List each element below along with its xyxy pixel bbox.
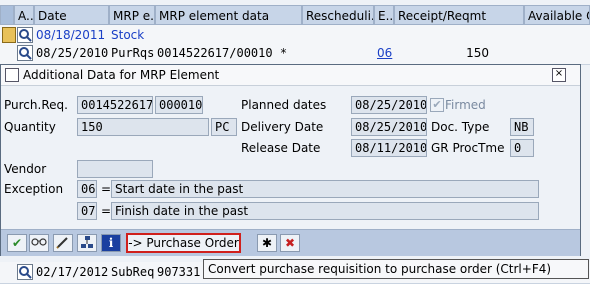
purch-req-number-field[interactable]: 0014522617 bbox=[77, 96, 153, 114]
vendor-label: Vendor bbox=[4, 162, 47, 176]
dialog-window-icon bbox=[5, 68, 19, 82]
cancel-icon[interactable]: ✖ bbox=[280, 234, 300, 252]
quantity-unit-field[interactable]: PC bbox=[211, 118, 237, 136]
pencil-icon[interactable] bbox=[53, 234, 73, 252]
row-date: 02/17/2012 bbox=[36, 265, 108, 279]
release-date-label: Release Date bbox=[241, 141, 321, 155]
dialog-titlebar[interactable]: Additional Data for MRP Element × bbox=[1, 65, 580, 86]
planned-dates-field[interactable]: 08/25/2010 bbox=[351, 96, 427, 114]
exception-text-field[interactable]: Finish date in the past bbox=[111, 202, 539, 220]
confirm-check-icon[interactable]: ✔ bbox=[7, 234, 27, 252]
exception-equals: = bbox=[101, 182, 112, 196]
doc-type-field[interactable]: NB bbox=[510, 118, 534, 136]
firmed-label: Firmed bbox=[445, 98, 486, 112]
doc-type-label: Doc. Type bbox=[431, 120, 490, 134]
firmed-checkbox[interactable]: ✔ bbox=[430, 98, 444, 112]
row-mrp-element-data: 907331 bbox=[157, 265, 201, 279]
select-all-cell[interactable] bbox=[0, 5, 14, 25]
tooltip: Convert purchase requisition to purchase… bbox=[203, 259, 589, 279]
col-header-e[interactable]: E... bbox=[374, 5, 394, 25]
magnifier-icon[interactable] bbox=[17, 45, 33, 61]
exception-label: Exception bbox=[4, 182, 64, 196]
exception-equals: = bbox=[101, 204, 112, 218]
row-mrp-element: PurRqs bbox=[111, 46, 155, 60]
gr-proc-time-label: GR ProcTme bbox=[431, 141, 505, 155]
col-header-rescheduling[interactable]: Rescheduli... bbox=[302, 5, 374, 25]
row-receipt: 150 bbox=[466, 46, 489, 60]
glasses-icon[interactable] bbox=[29, 234, 49, 252]
col-header-mrp-element-data[interactable]: MRP element data bbox=[155, 5, 302, 25]
delivery-date-field[interactable]: 08/25/2010 bbox=[351, 118, 427, 136]
close-icon[interactable]: × bbox=[552, 68, 566, 82]
col-header-date[interactable]: Date bbox=[34, 5, 109, 25]
dialog-toolbar: ✔ i -> Purchase Order ✱ ✖ bbox=[1, 229, 580, 256]
purch-req-item-field[interactable]: 000010 bbox=[155, 96, 203, 114]
quantity-label: Quantity bbox=[4, 120, 56, 134]
delivery-date-label: Delivery Date bbox=[241, 120, 324, 134]
quantity-field[interactable]: 150 bbox=[77, 118, 209, 136]
row-mrp-element: SubReq bbox=[111, 265, 155, 279]
purch-req-label: Purch.Req. bbox=[4, 98, 68, 112]
magnifier-icon[interactable] bbox=[17, 264, 33, 280]
row-date: 08/25/2010 bbox=[36, 46, 108, 60]
additional-data-dialog: Additional Data for MRP Element × Purch.… bbox=[0, 64, 581, 256]
row-exception-link[interactable]: 06 bbox=[377, 43, 393, 64]
col-header-available-qty[interactable]: Available Q... bbox=[524, 5, 590, 25]
folder-icon bbox=[2, 27, 16, 43]
release-date-field[interactable]: 08/11/2010 bbox=[351, 139, 427, 157]
hierarchy-icon[interactable] bbox=[77, 234, 97, 252]
gr-proc-time-field[interactable]: 0 bbox=[510, 139, 534, 157]
vendor-field[interactable] bbox=[77, 160, 153, 178]
exception-text-field[interactable]: Start date in the past bbox=[111, 180, 539, 198]
magnifier-icon[interactable] bbox=[17, 27, 33, 43]
purchase-order-button[interactable]: -> Purchase Order bbox=[126, 233, 241, 253]
table-row[interactable]: 08/25/2010 PurRqs 0014522617/00010 * 06 … bbox=[0, 43, 590, 65]
dialog-title: Additional Data for MRP Element bbox=[23, 68, 220, 82]
row-mrp-element-data: 0014522617/00010 * bbox=[157, 46, 288, 60]
snowflake-icon[interactable]: ✱ bbox=[257, 234, 277, 252]
info-icon[interactable]: i bbox=[101, 234, 121, 252]
col-header-receipt-reqmt[interactable]: Receipt/Reqmt bbox=[394, 5, 524, 25]
exception-code-field[interactable]: 07 bbox=[77, 202, 97, 220]
col-header-mrp-element[interactable]: MRP e... bbox=[109, 5, 155, 25]
exception-code-field[interactable]: 06 bbox=[77, 180, 97, 198]
col-header-a[interactable]: A.. bbox=[14, 5, 34, 25]
planned-dates-label: Planned dates bbox=[241, 98, 327, 112]
